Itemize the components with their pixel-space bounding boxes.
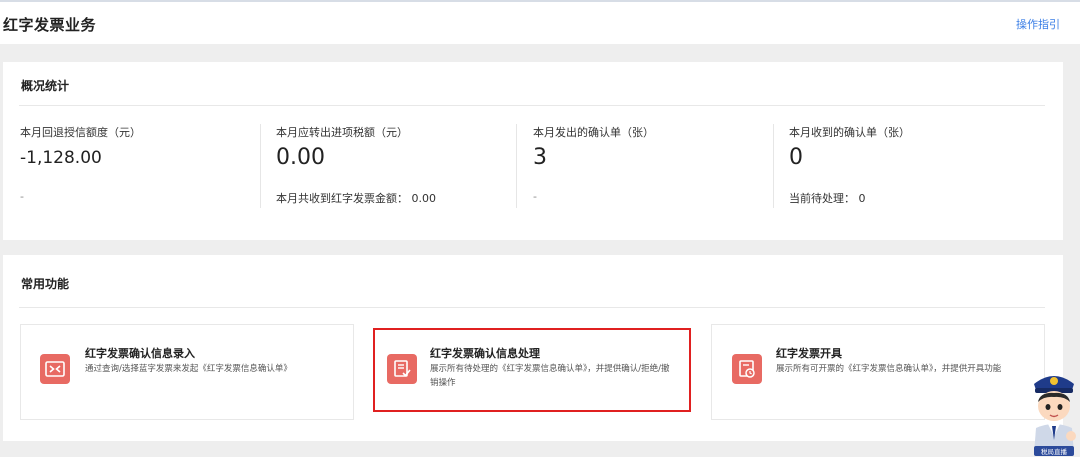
stat-sub: -: [20, 190, 24, 203]
document-check-icon: [387, 354, 417, 384]
stat-separator: [773, 124, 774, 208]
stat-label: 本月收到的确认单（张）: [789, 126, 910, 139]
stat-value: 0: [789, 145, 803, 170]
divider: [19, 105, 1045, 106]
card-title: 红字发票确认信息处理: [430, 347, 540, 360]
card-title: 红字发票确认信息录入: [85, 347, 195, 360]
overview-title: 概况统计: [21, 79, 70, 93]
card-red-invoice-issue[interactable]: 红字发票开具 展示所有可开票的《红字发票信息确认单》，并提供开具功能: [711, 324, 1045, 420]
stat-label: 本月回退授信额度（元）: [20, 126, 141, 139]
card-description: 展示所有待处理的《红字发票信息确认单》，并提供确认/拒绝/撤 销操作: [430, 362, 688, 390]
overview-panel: 概况统计 本月回退授信额度（元） -1,128.00 - 本月应转出进项税额（元…: [3, 62, 1063, 240]
card-red-invoice-entry[interactable]: 红字发票确认信息录入 通过查询/选择蓝字发票来发起《红字发票信息确认单》: [20, 324, 354, 420]
guide-link[interactable]: 操作指引: [1016, 16, 1060, 32]
card-title: 红字发票开具: [776, 347, 842, 360]
stat-sub: 当前待处理： 0: [789, 192, 866, 205]
stat-sub: -: [533, 190, 537, 203]
stat-sub: 本月共收到红字发票金额： 0.00: [276, 192, 436, 205]
stat-sent-confirmations: 本月发出的确认单（张） 3 -: [533, 124, 789, 224]
stat-input-tax: 本月应转出进项税额（元） 0.00 本月共收到红字发票金额： 0.00: [276, 124, 532, 224]
stat-value: -1,128.00: [20, 148, 102, 168]
stat-received-confirmations: 本月收到的确认单（张） 0 当前待处理： 0: [789, 124, 1045, 224]
stat-separator: [260, 124, 261, 208]
mascot-officer-image: 税局直播: [1028, 366, 1080, 457]
card-description-line: 销操作: [430, 378, 456, 388]
card-red-invoice-processing[interactable]: 红字发票确认信息处理 展示所有待处理的《红字发票信息确认单》，并提供确认/拒绝/…: [373, 328, 691, 412]
stat-value: 0.00: [276, 145, 325, 170]
exchange-icon: [40, 354, 70, 384]
mascot-caption: 税局直播: [1041, 447, 1068, 456]
stat-credit-refund: 本月回退授信额度（元） -1,128.00 -: [20, 124, 276, 224]
card-description-line: 展示所有待处理的《红字发票信息确认单》，并提供确认/拒绝/撤: [430, 364, 670, 374]
card-description: 通过查询/选择蓝字发票来发起《红字发票信息确认单》: [85, 364, 292, 374]
invoice-clock-icon: [732, 354, 762, 384]
page-title: 红字发票业务: [3, 16, 97, 34]
page-header: 红字发票业务 操作指引: [0, 2, 1080, 44]
divider: [19, 307, 1045, 308]
stat-label: 本月应转出进项税额（元）: [276, 126, 408, 139]
stat-separator: [516, 124, 517, 208]
stat-label: 本月发出的确认单（张）: [533, 126, 654, 139]
functions-title: 常用功能: [21, 277, 70, 291]
stat-value: 3: [533, 145, 547, 170]
card-description: 展示所有可开票的《红字发票信息确认单》，并提供开具功能: [776, 364, 1002, 374]
